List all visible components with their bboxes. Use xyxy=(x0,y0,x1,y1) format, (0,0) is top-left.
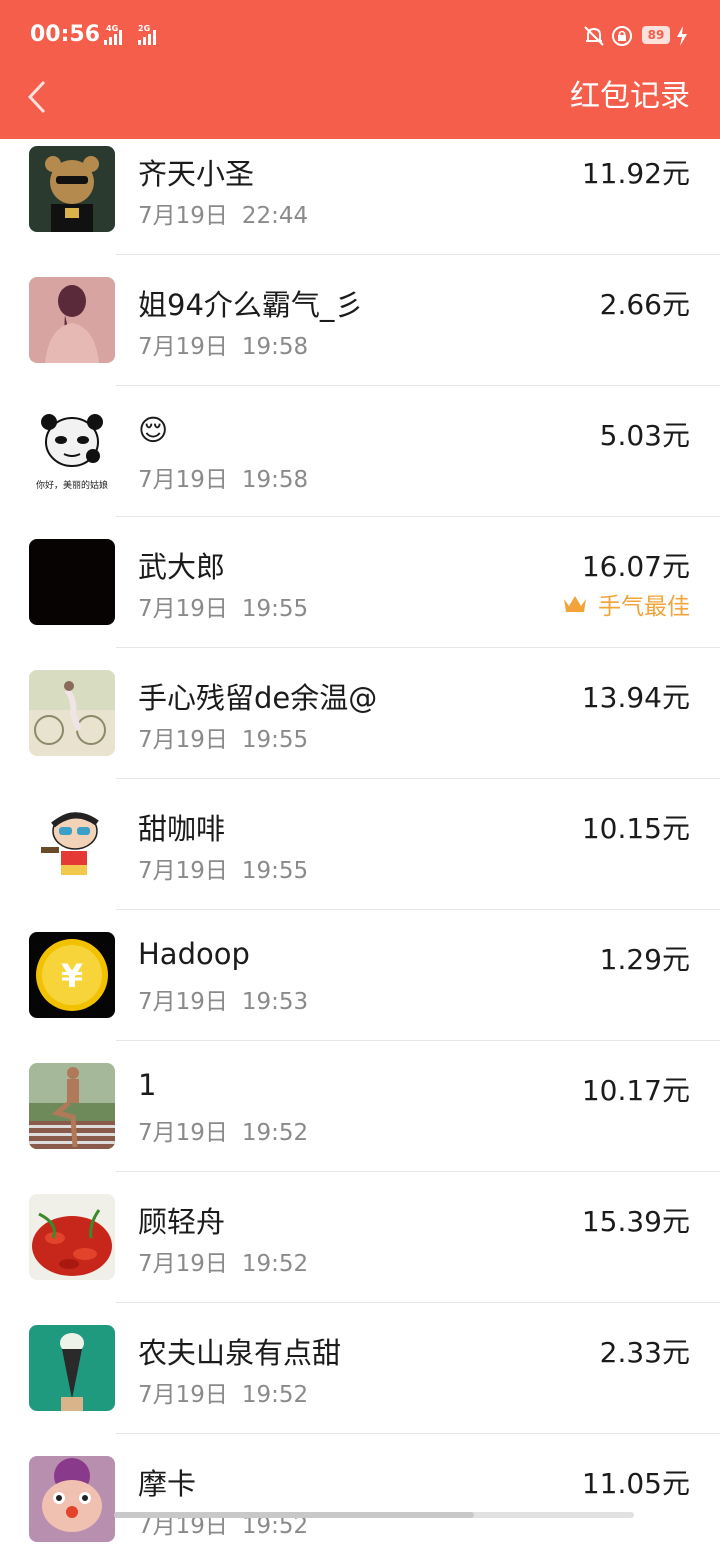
lock-rotation-icon xyxy=(612,26,632,46)
record-date: 7月19日 xyxy=(138,334,228,360)
amount: 2.66元 xyxy=(599,288,690,321)
sender-name: 姐94介么霸气_彡 xyxy=(138,288,364,322)
record-datetime: 7月19日 19:53 xyxy=(138,982,308,1016)
sender-name: Hadoop xyxy=(138,937,250,971)
sender-name: 顾轻舟 xyxy=(138,1205,226,1239)
amount: 10.15元 xyxy=(581,812,690,845)
network-type-label: 4G xyxy=(106,24,119,33)
status-bar: 00:56 4G 2G 89 xyxy=(0,0,720,74)
signal-icon-2: 2G xyxy=(126,24,166,52)
list-item[interactable]: 齐天小圣 7月19日 22:44 11.92元 xyxy=(0,139,720,255)
record-datetime: 7月19日 22:44 xyxy=(138,196,308,230)
list-item[interactable]: 摩卡 7月19日 19:52 11.05元 xyxy=(0,1434,720,1565)
list-item[interactable]: 农夫山泉有点甜 7月19日 19:52 2.33元 xyxy=(0,1303,720,1434)
mute-bell-icon xyxy=(584,26,604,46)
record-time: 19:55 xyxy=(241,727,309,753)
best-luck-label: 手气最佳 xyxy=(598,594,690,620)
amount: 10.17元 xyxy=(581,1074,690,1107)
amount: 11.05元 xyxy=(581,1467,690,1500)
amount: 11.92元 xyxy=(581,157,690,190)
sender-name: 摩卡 xyxy=(138,1467,197,1501)
page-title: 红包记录 xyxy=(570,79,690,114)
record-date: 7月19日 xyxy=(138,727,228,753)
amount: 16.07元 xyxy=(581,550,690,583)
sender-name: 农夫山泉有点甜 xyxy=(138,1336,342,1370)
record-datetime: 7月19日 19:58 xyxy=(138,460,308,494)
avatar xyxy=(29,146,115,232)
coin-symbol: ¥ xyxy=(61,957,83,995)
scrollbar[interactable] xyxy=(114,1512,634,1518)
record-date: 7月19日 xyxy=(138,989,228,1015)
best-luck-badge: 手气最佳 xyxy=(562,587,690,621)
app-header: 00:56 4G 2G 89 红包记录 xyxy=(0,0,720,139)
record-time: 22:44 xyxy=(241,203,309,229)
record-time: 19:55 xyxy=(241,596,309,622)
amount: 2.33元 xyxy=(599,1336,690,1369)
list-item[interactable]: 顾轻舟 7月19日 19:52 15.39元 xyxy=(0,1172,720,1303)
record-date: 7月19日 xyxy=(138,596,228,622)
sender-name: 武大郎 xyxy=(138,550,226,584)
avatar xyxy=(29,1194,115,1280)
record-datetime: 7月19日 19:55 xyxy=(138,720,308,754)
status-time: 00:56 xyxy=(30,22,101,47)
record-time: 19:52 xyxy=(241,1120,309,1146)
sender-name: 1 xyxy=(138,1068,157,1102)
record-datetime: 7月19日 19:55 xyxy=(138,851,308,885)
sender-name: 😌 xyxy=(138,413,169,447)
avatar: ¥ xyxy=(29,932,115,1018)
record-time: 19:58 xyxy=(241,467,309,493)
scrollbar-thumb[interactable] xyxy=(114,1512,474,1518)
amount: 1.29元 xyxy=(599,943,690,976)
avatar xyxy=(29,277,115,363)
list-item[interactable]: 甜咖啡 7月19日 19:55 10.15元 xyxy=(0,779,720,910)
record-datetime: 7月19日 19:52 xyxy=(138,1375,308,1409)
list-item[interactable]: ¥ Hadoop 7月19日 19:53 1.29元 xyxy=(0,910,720,1041)
record-time: 19:52 xyxy=(241,1251,309,1277)
avatar xyxy=(29,670,115,756)
avatar xyxy=(29,1456,115,1542)
sender-name: 甜咖啡 xyxy=(138,812,226,846)
record-datetime: 7月19日 19:52 xyxy=(138,1113,308,1147)
network-type-label-2: 2G xyxy=(138,24,151,33)
sender-name: 齐天小圣 xyxy=(138,157,255,191)
red-packet-record-list: 齐天小圣 7月19日 22:44 11.92元 姐94介么霸气_彡 7月19日 19… xyxy=(0,139,720,1565)
status-icons: 89 xyxy=(582,22,692,50)
record-date: 7月19日 xyxy=(138,467,228,493)
record-time: 19:52 xyxy=(241,1382,309,1408)
record-datetime: 7月19日 19:52 xyxy=(138,1244,308,1278)
list-item[interactable]: 手心残留de余温@ 7月19日 19:55 13.94元 xyxy=(0,648,720,779)
amount: 13.94元 xyxy=(581,681,690,714)
list-item[interactable]: 姐94介么霸气_彡 7月19日 19:58 2.66元 xyxy=(0,255,720,386)
avatar xyxy=(29,539,115,625)
crown-icon xyxy=(564,596,586,612)
record-time: 19:53 xyxy=(241,989,309,1015)
record-date: 7月19日 xyxy=(138,858,228,884)
list-item[interactable]: 你好，美丽的姑娘 😌 7月19日 19:58 5.03元 xyxy=(0,386,720,517)
record-time: 19:55 xyxy=(241,858,309,884)
battery-icon: 89 xyxy=(642,26,670,44)
panda-caption: 你好，美丽的姑娘 xyxy=(36,479,108,491)
avatar xyxy=(29,1063,115,1149)
avatar xyxy=(29,1325,115,1411)
avatar: 你好，美丽的姑娘 xyxy=(29,408,115,494)
record-datetime: 7月19日 19:55 xyxy=(138,589,308,623)
amount: 5.03元 xyxy=(599,419,690,452)
sender-name: 手心残留de余温@ xyxy=(138,681,378,715)
chevron-left-icon[interactable] xyxy=(22,78,52,116)
record-date: 7月19日 xyxy=(138,1120,228,1146)
avatar xyxy=(29,801,115,887)
record-date: 7月19日 xyxy=(138,1251,228,1277)
list-item[interactable]: 武大郎 7月19日 19:55 16.07元 手气最佳 xyxy=(0,517,720,648)
amount: 15.39元 xyxy=(581,1205,690,1238)
record-date: 7月19日 xyxy=(138,203,228,229)
list-item[interactable]: 1 7月19日 19:52 10.17元 xyxy=(0,1041,720,1172)
record-datetime: 7月19日 19:58 xyxy=(138,327,308,361)
record-time: 19:58 xyxy=(241,334,309,360)
charging-icon xyxy=(677,26,687,46)
record-date: 7月19日 xyxy=(138,1382,228,1408)
